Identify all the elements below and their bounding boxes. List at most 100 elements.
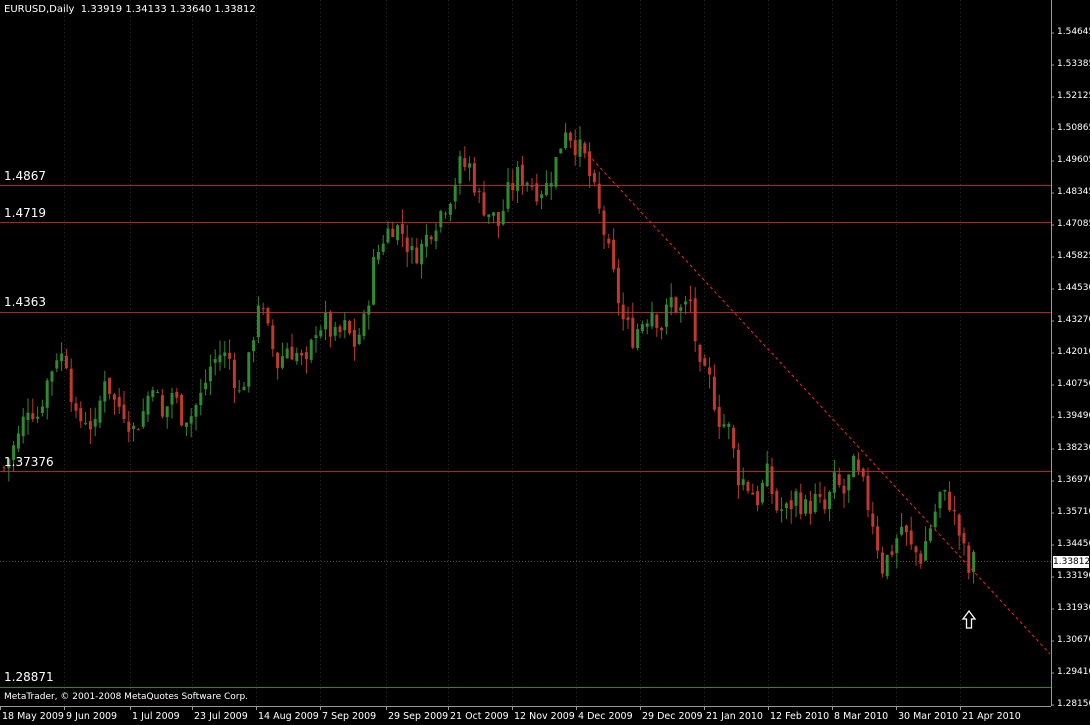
candle-body (832, 472, 836, 493)
candle-body (21, 416, 25, 437)
candle-body (31, 413, 35, 420)
candle-body (156, 392, 160, 394)
candle-body (444, 213, 448, 215)
candle-body (890, 551, 894, 555)
date-tick-label: 29 Sep 2009 (388, 711, 449, 722)
current-price-box: 1.33812 (1053, 556, 1090, 568)
candle-body (482, 192, 486, 216)
candle-body (290, 346, 294, 360)
candle-body (463, 158, 467, 168)
candle-body (943, 489, 947, 492)
candle-body (112, 394, 116, 400)
candle-body (650, 312, 654, 327)
candle-body (424, 234, 428, 247)
price-tick-label: 1.42010 (1057, 347, 1090, 357)
candle-body (631, 317, 635, 348)
date-tick-label: 21 Apr 2010 (962, 711, 1021, 722)
candle-body (674, 297, 678, 312)
candle-body (458, 156, 462, 184)
candle-body (309, 339, 313, 360)
price-tick-label: 1.30670 (1057, 635, 1090, 645)
date-tick-label: 30 Mar 2010 (898, 711, 959, 722)
candle-body (357, 334, 361, 344)
candle-body (933, 511, 937, 528)
symbol-label: EURUSD,Daily (4, 4, 75, 15)
candle-body (885, 554, 889, 577)
candle-body (957, 514, 961, 536)
price-tick-label: 1.38230 (1057, 443, 1090, 453)
date-tick-label: 8 Mar 2010 (834, 711, 889, 722)
candle-body (84, 423, 88, 425)
candle-body (636, 329, 640, 349)
candle-body (568, 132, 572, 141)
candle-body (640, 324, 644, 332)
candle-body (751, 492, 755, 495)
candle-body (938, 492, 942, 509)
price-tick-label: 1.50865 (1057, 123, 1090, 133)
price-tick-label: 1.39490 (1057, 411, 1090, 421)
candle-body (295, 352, 299, 362)
date-tick-label: 9 Jun 2009 (66, 711, 118, 722)
candle-body (405, 237, 409, 252)
candle-body (285, 348, 289, 359)
candle-body (175, 391, 179, 398)
price-tick-label: 1.45825 (1057, 251, 1090, 261)
candle-body (16, 433, 20, 449)
price-tick-label: 1.34450 (1057, 539, 1090, 549)
candle-body (948, 491, 952, 511)
candle-body (420, 243, 424, 265)
candle-body (506, 182, 510, 209)
candle-body (765, 463, 769, 487)
candle-body (36, 416, 40, 419)
candle-body (852, 455, 856, 478)
candle-body (64, 355, 68, 369)
candle-body (789, 500, 793, 510)
candle-body (415, 247, 419, 264)
candle-body (55, 360, 59, 369)
candle-body (26, 412, 30, 421)
candle-body (367, 305, 371, 315)
candle-body (804, 499, 808, 514)
price-tick-label: 1.48345 (1057, 187, 1090, 197)
candle-body (712, 376, 716, 410)
candle-body (813, 493, 817, 512)
candle-body (208, 366, 212, 382)
date-tick-label: 1 Jul 2009 (132, 711, 180, 722)
candle-body (727, 423, 731, 427)
candle-body (381, 243, 385, 252)
candle-body (170, 393, 174, 405)
candle-body (199, 392, 203, 406)
candle-body (362, 313, 366, 336)
candle-body (525, 182, 529, 185)
candle-body (218, 355, 222, 363)
date-tick-label: 18 May 2009 (2, 711, 64, 722)
candle-body (400, 223, 404, 234)
candle-body (247, 352, 251, 387)
candle-body (271, 325, 275, 350)
candle-body (549, 183, 553, 187)
candle-body (895, 538, 899, 554)
candle-body (232, 359, 236, 388)
candle-body (616, 267, 620, 304)
price-tick-label: 1.43270 (1057, 315, 1090, 325)
up-arrow-icon (961, 610, 977, 629)
candle-body (837, 474, 841, 486)
candle-body (492, 212, 496, 216)
candle-body (333, 326, 337, 336)
price-chart[interactable] (0, 0, 1090, 725)
level-label-1: 1.4867 (4, 169, 46, 183)
price-tick-label: 1.49605 (1057, 155, 1090, 165)
candle-body (237, 390, 241, 392)
candle-body (847, 474, 851, 491)
candle-body (924, 541, 928, 561)
candle-body (189, 416, 193, 424)
candle-body (559, 148, 563, 154)
candle-body (746, 482, 750, 491)
candle-body (386, 228, 390, 243)
date-tick-label: 7 Sep 2009 (322, 711, 377, 722)
candle-body (909, 530, 913, 545)
candle-body (429, 236, 433, 240)
candle-body (252, 340, 256, 352)
candle-body (952, 510, 956, 512)
candle-body (261, 307, 265, 309)
